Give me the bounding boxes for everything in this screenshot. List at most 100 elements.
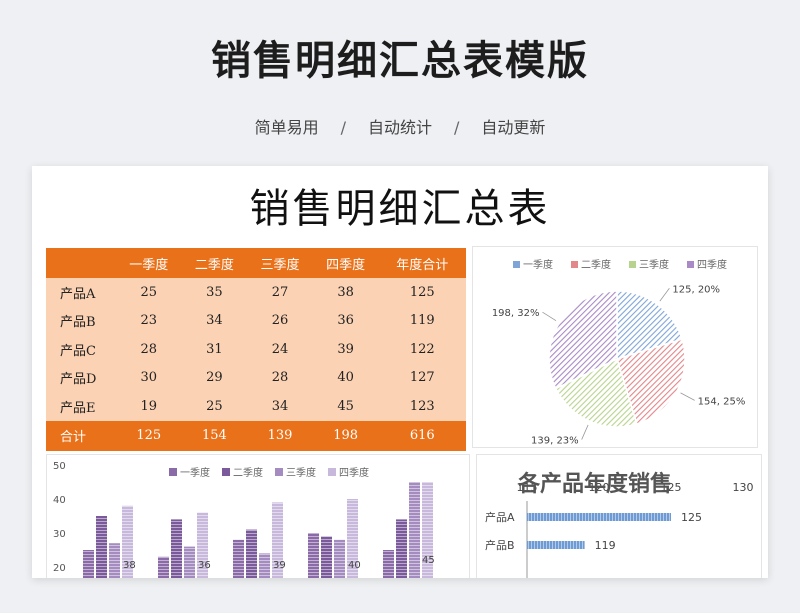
- table-row: 产品E 19 25 34 45 123: [46, 392, 466, 421]
- table-cell: 24: [247, 335, 313, 364]
- table-cell: 25: [181, 392, 248, 421]
- hbar-title: 各产品年度销售: [517, 471, 672, 497]
- tag-easy: 简单易用: [254, 118, 319, 137]
- table-cell: 154: [181, 420, 248, 451]
- table-cell: 27: [247, 278, 313, 307]
- bar-y-tick: 50: [53, 461, 66, 472]
- bar-y-tick: 30: [53, 529, 66, 540]
- table-cell: 119: [378, 306, 466, 335]
- bar-data-label: 40: [348, 560, 361, 571]
- table-cell: 38: [312, 278, 379, 307]
- bar-y-tick: 40: [53, 495, 66, 506]
- table-cell: 23: [116, 306, 182, 335]
- hbar-chart-panel: 115 120 125 130 各产品年度销售 产品A 125 产品B 119: [476, 454, 762, 578]
- hbar-value-label: 119: [595, 539, 616, 552]
- hbar-value-label: 125: [681, 511, 702, 524]
- pie-legend-swatch: [629, 261, 636, 268]
- table-row: 产品D 30 29 28 40 127: [46, 363, 466, 392]
- row-label: 产品C: [46, 335, 116, 364]
- hbar-chart: 115 120 125 130各产品年度销售产品A 125产品B 119: [485, 471, 754, 578]
- table-cell: 39: [312, 335, 379, 364]
- tag-auto-stat: 自动统计: [367, 118, 432, 137]
- bar: [383, 550, 394, 578]
- table-cell: 125: [116, 420, 182, 451]
- sheet-title: 销售明细汇总表: [249, 186, 551, 232]
- bar: [233, 539, 244, 578]
- bar: [171, 519, 182, 578]
- bar: [184, 546, 195, 578]
- bar: [308, 533, 319, 578]
- bar-legend-swatch: [222, 468, 230, 476]
- table-cell: 31: [181, 335, 248, 364]
- row-label: 合计: [46, 420, 116, 451]
- column-header: [46, 248, 116, 278]
- main-title: 销售明细汇总表模版: [211, 38, 589, 84]
- row-label: 产品B: [46, 306, 116, 335]
- table-cell: 139: [247, 420, 313, 451]
- table-cell: 45: [312, 392, 379, 421]
- table-cell: 19: [116, 392, 182, 421]
- table-cell: 123: [378, 392, 466, 421]
- pie-legend-swatch: [687, 261, 694, 268]
- table-cell: 34: [247, 392, 313, 421]
- tag-auto-update: 自动更新: [481, 118, 546, 137]
- column-header: 三季度: [247, 248, 313, 278]
- bar: [83, 550, 94, 578]
- table-row: 产品A 25 35 27 38 125: [46, 278, 466, 307]
- table-cell: 125: [378, 278, 466, 307]
- hbar-bar: [527, 513, 671, 521]
- column-header: 年度合计: [378, 248, 466, 278]
- table-cell: 198: [312, 420, 379, 451]
- hbar-x-tick: 130: [733, 481, 754, 494]
- bar: [409, 482, 420, 578]
- bar: [259, 553, 270, 578]
- subtitle: 简单易用 / 自动统计 / 自动更新: [0, 114, 800, 138]
- bar: [158, 556, 169, 578]
- table-cell: 25: [116, 278, 182, 307]
- table-cell: 28: [116, 335, 182, 364]
- bar-data-label: 39: [273, 560, 286, 571]
- table-header-row: 一季度 二季度 三季度 四季度 年度合计: [46, 248, 466, 278]
- bar-legend-label: 一季度: [180, 466, 210, 479]
- bar-legend-label: 四季度: [339, 466, 369, 479]
- bar-data-label: 38: [123, 560, 136, 571]
- pie-legend-label: 四季度: [697, 258, 727, 271]
- table-cell: 29: [181, 363, 248, 392]
- hbar-category-label: 产品A: [485, 510, 515, 524]
- table-cell: 26: [247, 306, 313, 335]
- pie-chart-panel: 一季度 二季度 三季度 四季度 125, 20% 154, 25% 139, 23% 198,…: [472, 246, 758, 448]
- bar: [96, 516, 107, 578]
- pie-chart: 一季度 二季度 三季度 四季度 125, 20% 154, 25% 139, 23% 198,…: [492, 258, 746, 447]
- bar: [321, 536, 332, 578]
- table-row: 产品B 23 34 26 36 119: [46, 306, 466, 335]
- bar-data-label: 45: [422, 555, 435, 566]
- pie-legend-label: 三季度: [639, 258, 669, 271]
- bar-legend-label: 三季度: [286, 466, 316, 479]
- tag-separator: /: [340, 118, 346, 137]
- tag-separator: /: [454, 118, 460, 137]
- bar: [246, 529, 257, 578]
- table-cell: 127: [378, 363, 466, 392]
- bar-chart-panel: 50 40 30 20 一季度 二季度 三季度 四季度 38 36 39 40 45: [46, 454, 470, 578]
- pie-data-label: 198, 32%: [492, 308, 540, 319]
- row-label: 产品A: [46, 278, 116, 307]
- column-header: 二季度: [181, 248, 248, 278]
- bar-legend-swatch: [275, 468, 283, 476]
- pie-legend-label: 二季度: [581, 258, 611, 271]
- bar-y-tick: 20: [53, 563, 66, 574]
- column-header: 四季度: [312, 248, 379, 278]
- table-cell: 122: [378, 335, 466, 364]
- row-label: 产品D: [46, 363, 116, 392]
- bar-legend-label: 二季度: [233, 466, 263, 479]
- bar-legend-swatch: [328, 468, 336, 476]
- bar: [396, 519, 407, 578]
- row-label: 产品E: [46, 392, 116, 421]
- hbar-bar: [527, 541, 585, 549]
- pie-data-label: 125, 20%: [672, 284, 720, 295]
- pie-data-label: 154, 25%: [698, 396, 746, 407]
- table-cell: 35: [181, 278, 248, 307]
- bar: [334, 539, 345, 578]
- bar-data-label: 36: [198, 560, 211, 571]
- table-cell: 28: [247, 363, 313, 392]
- table-row: 产品C 28 31 24 39 122: [46, 335, 466, 364]
